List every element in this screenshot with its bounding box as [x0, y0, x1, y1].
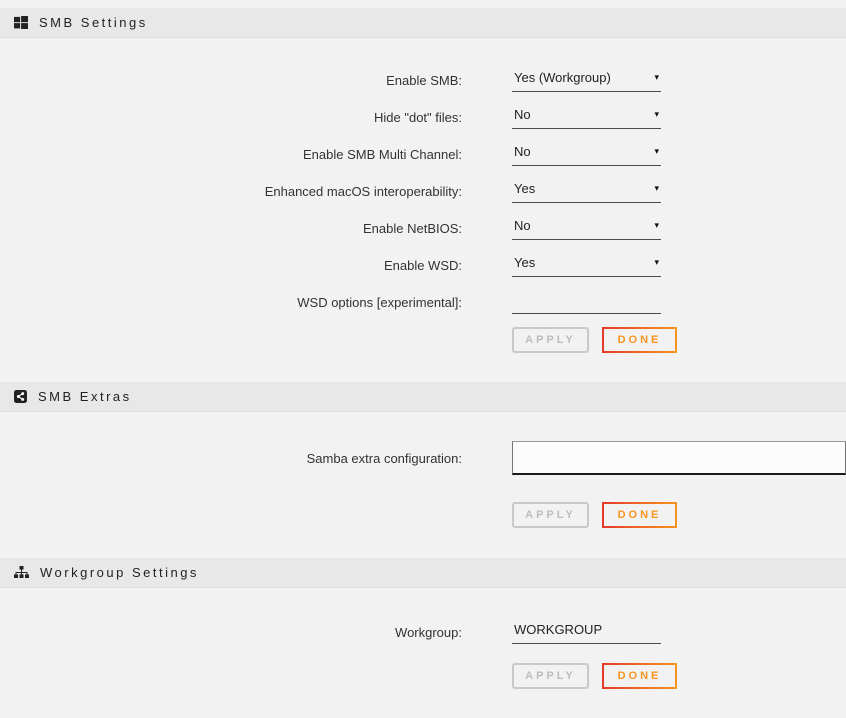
hide-dot-files-select[interactable]: No ▾ [512, 105, 661, 129]
workgroup-input[interactable] [512, 620, 661, 644]
section-workgroup-settings: Workgroup Settings Workgroup: APPLY DONE [0, 558, 846, 706]
section-title: SMB Settings [39, 15, 148, 30]
smb-extras-buttons: APPLY DONE [0, 502, 846, 528]
form-row-workgroup: Workgroup: [0, 620, 846, 644]
top-spacer [0, 0, 846, 8]
sitemap-icon [14, 566, 29, 579]
section-title: Workgroup Settings [40, 565, 199, 580]
select-value: Yes [514, 181, 535, 196]
share-square-icon [14, 390, 27, 403]
section-smb-extras: SMB Extras Samba extra configuration: AP… [0, 382, 846, 558]
select-value: Yes (Workgroup) [514, 70, 611, 85]
section-title: SMB Extras [38, 389, 132, 404]
smb-settings-buttons: APPLY DONE [0, 327, 846, 353]
form-row-macos-interoperability: Enhanced macOS interoperability: Yes ▾ [0, 179, 846, 203]
select-value: No [514, 144, 531, 159]
dropdown-arrow-icon: ▾ [654, 144, 659, 159]
smb-extras-header: SMB Extras [0, 382, 846, 412]
form-row-enable-wsd: Enable WSD: Yes ▾ [0, 253, 846, 277]
form-row-enable-smb: Enable SMB: Yes (Workgroup) ▾ [0, 68, 846, 92]
select-value: Yes [514, 255, 535, 270]
done-button[interactable]: DONE [602, 502, 677, 528]
done-button[interactable]: DONE [602, 663, 677, 689]
apply-button[interactable]: APPLY [512, 502, 589, 528]
apply-button[interactable]: APPLY [512, 327, 589, 353]
field-label: Enable SMB: [0, 73, 462, 88]
form-row-hide-dot-files: Hide "dot" files: No ▾ [0, 105, 846, 129]
select-value: No [514, 218, 531, 233]
enable-netbios-select[interactable]: No ▾ [512, 216, 661, 240]
dropdown-arrow-icon: ▾ [654, 218, 659, 233]
form-row-wsd-options: WSD options [experimental]: [0, 290, 846, 314]
workgroup-settings-buttons: APPLY DONE [0, 663, 846, 689]
field-label: Enhanced macOS interoperability: [0, 184, 462, 199]
field-label: Hide "dot" files: [0, 110, 462, 125]
field-label: Enable SMB Multi Channel: [0, 147, 462, 162]
samba-extra-configuration-textarea[interactable] [512, 441, 846, 475]
field-label: WSD options [experimental]: [0, 295, 462, 310]
dropdown-arrow-icon: ▾ [654, 255, 659, 270]
dropdown-arrow-icon: ▾ [654, 107, 659, 122]
enable-smb-select[interactable]: Yes (Workgroup) ▾ [512, 68, 661, 92]
field-label: Enable NetBIOS: [0, 221, 462, 236]
form-row-samba-extra-configuration: Samba extra configuration: [0, 441, 846, 475]
enable-wsd-select[interactable]: Yes ▾ [512, 253, 661, 277]
apply-button[interactable]: APPLY [512, 663, 589, 689]
windows-icon [14, 16, 28, 29]
select-value: No [514, 107, 531, 122]
smb-settings-header: SMB Settings [0, 8, 846, 38]
workgroup-settings-header: Workgroup Settings [0, 558, 846, 588]
dropdown-arrow-icon: ▾ [654, 181, 659, 196]
smb-multi-channel-select[interactable]: No ▾ [512, 142, 661, 166]
done-button[interactable]: DONE [602, 327, 677, 353]
field-label: Workgroup: [0, 625, 462, 640]
dropdown-arrow-icon: ▾ [654, 70, 659, 85]
field-label: Samba extra configuration: [0, 451, 462, 466]
form-row-enable-netbios: Enable NetBIOS: No ▾ [0, 216, 846, 240]
macos-interoperability-select[interactable]: Yes ▾ [512, 179, 661, 203]
form-row-smb-multi-channel: Enable SMB Multi Channel: No ▾ [0, 142, 846, 166]
field-label: Enable WSD: [0, 258, 462, 273]
wsd-options-input[interactable] [512, 290, 661, 314]
section-smb-settings: SMB Settings Enable SMB: Yes (Workgroup)… [0, 8, 846, 382]
